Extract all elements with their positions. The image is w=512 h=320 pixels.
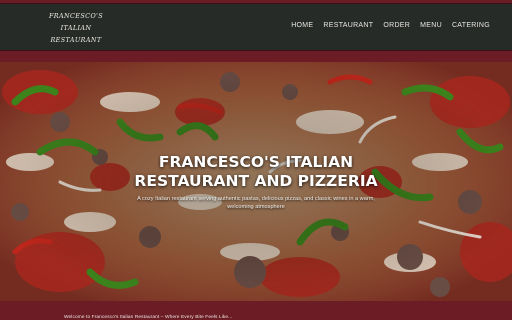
hero-banner: FRANCESCO'S ITALIAN RESTAURANT AND PIZZE… bbox=[0, 62, 512, 301]
page: FRANCESCO'S ITALIAN RESTAURANT HOME REST… bbox=[0, 0, 512, 320]
welcome-text: Welcome to Francesco's Italian Restauran… bbox=[64, 315, 233, 320]
nav-order[interactable]: ORDER bbox=[383, 22, 410, 29]
nav-home[interactable]: HOME bbox=[291, 22, 313, 29]
welcome-bar: Welcome to Francesco's Italian Restauran… bbox=[0, 301, 512, 320]
logo-line-2: ITALIAN bbox=[60, 24, 92, 32]
nav-catering[interactable]: CATERING bbox=[452, 22, 490, 29]
hero-title: FRANCESCO'S ITALIAN RESTAURANT AND PIZZE… bbox=[106, 153, 406, 191]
hero-title-line-1: FRANCESCO'S ITALIAN bbox=[158, 153, 354, 171]
nav-restaurant[interactable]: RESTAURANT bbox=[323, 22, 373, 29]
hero-title-line-2: RESTAURANT AND PIZZERIA bbox=[134, 172, 378, 190]
logo-line-3: RESTAURANT bbox=[50, 36, 102, 44]
hero-subtitle: A cozy Italian restaurant serving authen… bbox=[137, 196, 375, 210]
nav-menu[interactable]: MENU bbox=[420, 22, 442, 29]
logo-line-1: FRANCESCO'S bbox=[48, 12, 104, 20]
main-nav: HOME RESTAURANT ORDER MENU CATERING bbox=[291, 22, 490, 29]
restaurant-logo[interactable]: FRANCESCO'S ITALIAN RESTAURANT bbox=[46, 10, 106, 46]
site-header: FRANCESCO'S ITALIAN RESTAURANT HOME REST… bbox=[0, 3, 512, 51]
